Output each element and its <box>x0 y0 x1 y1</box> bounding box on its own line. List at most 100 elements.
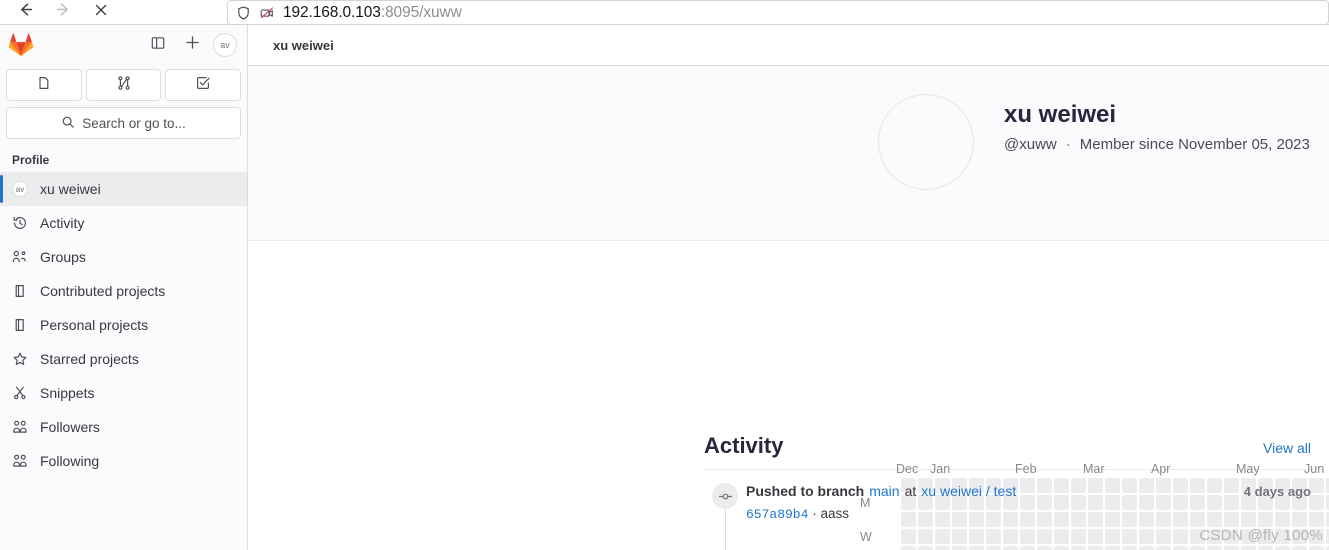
stop-button[interactable] <box>82 0 120 24</box>
calendar-day-cell[interactable] <box>1258 529 1273 544</box>
calendar-day-cell[interactable] <box>1122 546 1137 550</box>
create-new-button[interactable] <box>179 32 205 58</box>
sidebar-item-activity[interactable]: Activity <box>0 206 247 240</box>
calendar-day-cell[interactable] <box>901 529 916 544</box>
calendar-day-cell[interactable] <box>1309 529 1324 544</box>
calendar-day-cell[interactable] <box>1309 478 1324 493</box>
calendar-day-cell[interactable] <box>1190 546 1205 550</box>
calendar-day-cell[interactable] <box>1088 546 1103 550</box>
calendar-day-cell[interactable] <box>969 529 984 544</box>
calendar-day-cell[interactable] <box>1122 529 1137 544</box>
calendar-day-cell[interactable] <box>1156 546 1171 550</box>
calendar-day-cell[interactable] <box>1207 546 1222 550</box>
sidebar-item-starred-projects[interactable]: Starred projects <box>0 342 247 376</box>
activity-action: Pushed to branch <box>746 483 865 499</box>
calendar-day-cell[interactable] <box>1037 529 1052 544</box>
calendar-day-cell[interactable] <box>952 529 967 544</box>
calendar-day-cell[interactable] <box>1173 529 1188 544</box>
calendar-day-cell[interactable] <box>1139 546 1154 550</box>
calendar-day-cell[interactable] <box>1258 546 1273 550</box>
sidebar-item-label: Groups <box>40 249 86 265</box>
calendar-day-cell[interactable] <box>1275 529 1290 544</box>
calendar-day-cell[interactable] <box>1071 546 1086 550</box>
calendar-day-cell[interactable] <box>1224 529 1239 544</box>
calendar-day-cell[interactable] <box>1241 529 1256 544</box>
calendar-day-cell[interactable] <box>1054 546 1069 550</box>
calendar-day-cell[interactable] <box>1309 495 1324 510</box>
shield-icon[interactable] <box>236 5 251 21</box>
activity-branch-link[interactable]: main <box>869 483 899 499</box>
sidebar-item-snippets[interactable]: Snippets <box>0 376 247 410</box>
calendar-day-cell[interactable] <box>1224 546 1239 550</box>
calendar-day-cell[interactable] <box>1054 529 1069 544</box>
calendar-day-cell[interactable] <box>1309 546 1324 550</box>
calendar-week-column <box>1309 478 1324 550</box>
sidebar-item-xu-weiwei[interactable]: av xu weiwei <box>0 172 247 206</box>
calendar-day-cell[interactable] <box>1173 546 1188 550</box>
calendar-day-cell[interactable] <box>969 546 984 550</box>
activity-view-all-link[interactable]: View all <box>1263 440 1311 456</box>
sidebar-item-personal-projects[interactable]: Personal projects <box>0 308 247 342</box>
activity-timestamp: 4 days ago <box>1243 484 1311 499</box>
camera-blocked-icon[interactable] <box>259 5 275 20</box>
calendar-day-cell[interactable] <box>1105 529 1120 544</box>
calendar-day-cell[interactable] <box>1190 529 1205 544</box>
sidebar-item-following[interactable]: Following <box>0 444 247 478</box>
calendar-day-cell[interactable] <box>918 546 933 550</box>
profile-header: xu weiwei @xuww · Member since November 05… <box>248 66 1329 241</box>
activity-at-word: at <box>904 483 917 499</box>
calendar-day-cell[interactable] <box>1020 529 1035 544</box>
calendar-day-cell[interactable] <box>986 529 1001 544</box>
calendar-day-cell[interactable] <box>1003 529 1018 544</box>
calendar-day-label <box>860 546 884 550</box>
activity-commit-sha[interactable]: 657a89b4 <box>746 507 808 522</box>
contribution-calendar: DecJanFebMarAprMayJunJulAugSep MWF Issue… <box>248 241 1329 550</box>
issues-icon <box>36 75 52 96</box>
sidebar-item-followers[interactable]: Followers <box>0 410 247 444</box>
calendar-day-cell[interactable] <box>1105 546 1120 550</box>
back-button[interactable] <box>6 0 44 24</box>
meta-separator: · <box>1065 136 1071 153</box>
calendar-day-cell[interactable] <box>986 546 1001 550</box>
calendar-day-cell[interactable] <box>901 546 916 550</box>
gitlab-logo[interactable] <box>8 32 34 58</box>
sidebar-item-groups[interactable]: Groups <box>0 240 247 274</box>
calendar-day-cell[interactable] <box>1020 546 1035 550</box>
activity-section: Activity View all Pushed to branch main … <box>704 433 1311 550</box>
calendar-day-cell[interactable] <box>1292 546 1307 550</box>
calendar-day-cell[interactable] <box>1207 529 1222 544</box>
users-icon <box>12 453 28 469</box>
application-frame: av Search or go to... Profile av xu weiw… <box>0 25 1329 550</box>
todo-checkbox-icon <box>195 75 211 96</box>
address-bar[interactable]: 192.168.0.103:8095/xuww <box>227 0 1329 25</box>
group-icon <box>12 249 28 265</box>
sidebar-item-contributed-projects[interactable]: Contributed projects <box>0 274 247 308</box>
user-menu-avatar[interactable]: av <box>213 33 237 57</box>
activity-header: Activity View all <box>704 433 1311 469</box>
calendar-day-cell <box>884 546 899 550</box>
profile-meta: @xuww · Member since November 05, 2023 <box>1004 136 1310 153</box>
calendar-day-cell[interactable] <box>935 529 950 544</box>
browser-toolbar: 192.168.0.103:8095/xuww <box>0 0 1329 25</box>
calendar-day-cell[interactable] <box>1241 546 1256 550</box>
search-input[interactable]: Search or go to... <box>6 107 241 139</box>
calendar-day-cell[interactable] <box>1037 546 1052 550</box>
calendar-day-cell[interactable] <box>1275 546 1290 550</box>
calendar-day-cell[interactable] <box>1292 529 1307 544</box>
forward-button[interactable] <box>44 0 82 24</box>
calendar-day-cell[interactable] <box>1309 512 1324 527</box>
arrow-left-icon <box>17 1 34 23</box>
todo-button[interactable] <box>165 69 242 101</box>
activity-project-link[interactable]: xu weiwei / test <box>921 483 1016 499</box>
calendar-day-cell[interactable] <box>1071 529 1086 544</box>
collapse-sidebar-button[interactable] <box>145 32 171 58</box>
merge-requests-button[interactable] <box>85 69 162 101</box>
calendar-day-cell[interactable] <box>918 529 933 544</box>
calendar-day-cell[interactable] <box>1088 529 1103 544</box>
calendar-day-cell[interactable] <box>1139 529 1154 544</box>
calendar-day-cell[interactable] <box>952 546 967 550</box>
calendar-day-cell[interactable] <box>935 546 950 550</box>
issues-button[interactable] <box>6 69 82 101</box>
calendar-day-cell[interactable] <box>1156 529 1171 544</box>
calendar-day-cell[interactable] <box>1003 546 1018 550</box>
